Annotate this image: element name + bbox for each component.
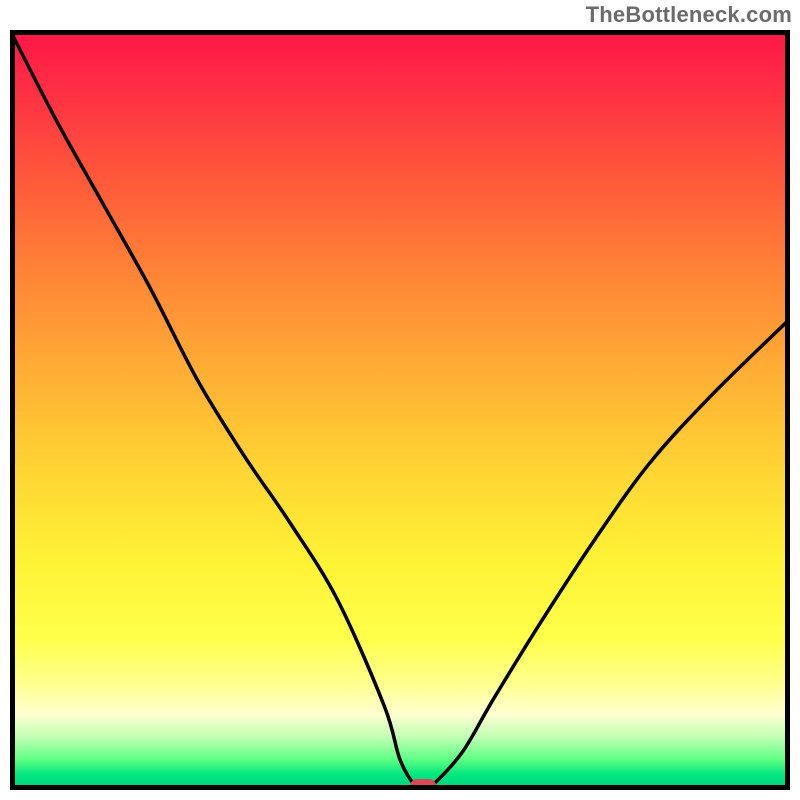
chart-container: TheBottleneck.com [0,0,800,800]
watermark-text: TheBottleneck.com [586,2,792,28]
curve-line [10,30,790,790]
plot-frame [10,30,790,790]
optimum-marker [410,779,436,790]
